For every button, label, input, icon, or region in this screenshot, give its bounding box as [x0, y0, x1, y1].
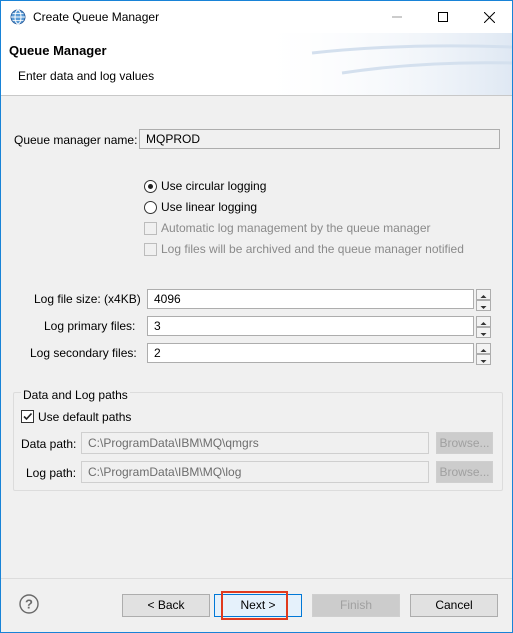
log-path-browse-button[interactable]: Browse... — [436, 461, 493, 483]
queue-manager-name-field[interactable]: MQPROD — [139, 129, 500, 149]
use-default-paths-label[interactable]: Use default paths — [38, 410, 131, 424]
finish-button[interactable]: Finish — [312, 594, 400, 617]
log-file-size-input[interactable]: 4096 — [147, 289, 474, 309]
maximize-icon — [438, 12, 448, 22]
spinner-down-button[interactable] — [476, 300, 491, 311]
spinner-up-button[interactable] — [476, 343, 491, 354]
log-secondary-files-spinner[interactable] — [476, 343, 491, 365]
footer-separator — [1, 578, 512, 579]
spinner-down-button[interactable] — [476, 354, 491, 365]
back-button[interactable]: < Back — [122, 594, 210, 617]
banner-decoration — [252, 33, 512, 95]
log-file-size-spinner[interactable] — [476, 289, 491, 311]
log-path-input[interactable]: C:\ProgramData\IBM\MQ\log — [81, 461, 429, 483]
arrow-down-icon — [480, 360, 487, 363]
data-path-browse-button[interactable]: Browse... — [436, 432, 493, 454]
data-path-input[interactable]: C:\ProgramData\IBM\MQ\qmgrs — [81, 432, 429, 454]
window-title: Create Queue Manager — [33, 10, 160, 24]
spinner-down-button[interactable] — [476, 327, 491, 338]
title-bar: Create Queue Manager — [1, 1, 512, 33]
page-title: Queue Manager — [9, 43, 107, 58]
wizard-banner: Queue Manager Enter data and log values — [1, 33, 512, 96]
globe-app-icon — [10, 9, 26, 25]
help-glyph: ? — [25, 597, 33, 612]
page-subtitle: Enter data and log values — [18, 69, 155, 83]
next-button-highlight — [221, 591, 288, 620]
log-path-label: Log path: — [26, 466, 77, 480]
help-icon[interactable]: ? — [19, 594, 39, 614]
archive-log-checkbox[interactable] — [144, 243, 157, 256]
queue-manager-name-label: Queue manager name: — [14, 133, 138, 147]
automatic-log-management-checkbox[interactable] — [144, 222, 157, 235]
circular-logging-label[interactable]: Use circular logging — [161, 179, 266, 193]
log-file-size-label: Log file size: (x4KB) — [34, 292, 141, 306]
spinner-up-button[interactable] — [476, 316, 491, 327]
log-primary-files-spinner[interactable] — [476, 316, 491, 338]
create-queue-manager-window: Create Queue Manager Queue Manager Enter… — [0, 0, 513, 633]
checkmark-icon — [23, 412, 33, 421]
log-primary-files-input[interactable]: 3 — [147, 316, 474, 336]
circular-logging-radio[interactable] — [144, 180, 157, 193]
linear-logging-radio[interactable] — [144, 201, 157, 214]
log-secondary-files-input[interactable]: 2 — [147, 343, 474, 363]
maximize-button[interactable] — [420, 1, 466, 33]
minimize-icon — [392, 16, 402, 18]
data-path-label: Data path: — [21, 437, 77, 451]
automatic-log-management-label: Automatic log management by the queue ma… — [161, 221, 431, 235]
use-default-paths-checkbox[interactable] — [21, 410, 34, 423]
arrow-down-icon — [480, 333, 487, 336]
data-and-log-paths-group-label: Data and Log paths — [21, 388, 130, 402]
log-secondary-files-label: Log secondary files: — [30, 346, 137, 360]
log-primary-files-label: Log primary files: — [44, 319, 136, 333]
arrow-down-icon — [480, 306, 487, 309]
spinner-up-button[interactable] — [476, 289, 491, 300]
archive-log-label: Log files will be archived and the queue… — [161, 242, 464, 256]
cancel-button[interactable]: Cancel — [410, 594, 498, 617]
minimize-button[interactable] — [374, 1, 420, 33]
linear-logging-label[interactable]: Use linear logging — [161, 200, 257, 214]
close-icon — [483, 11, 495, 23]
close-button[interactable] — [466, 1, 512, 33]
